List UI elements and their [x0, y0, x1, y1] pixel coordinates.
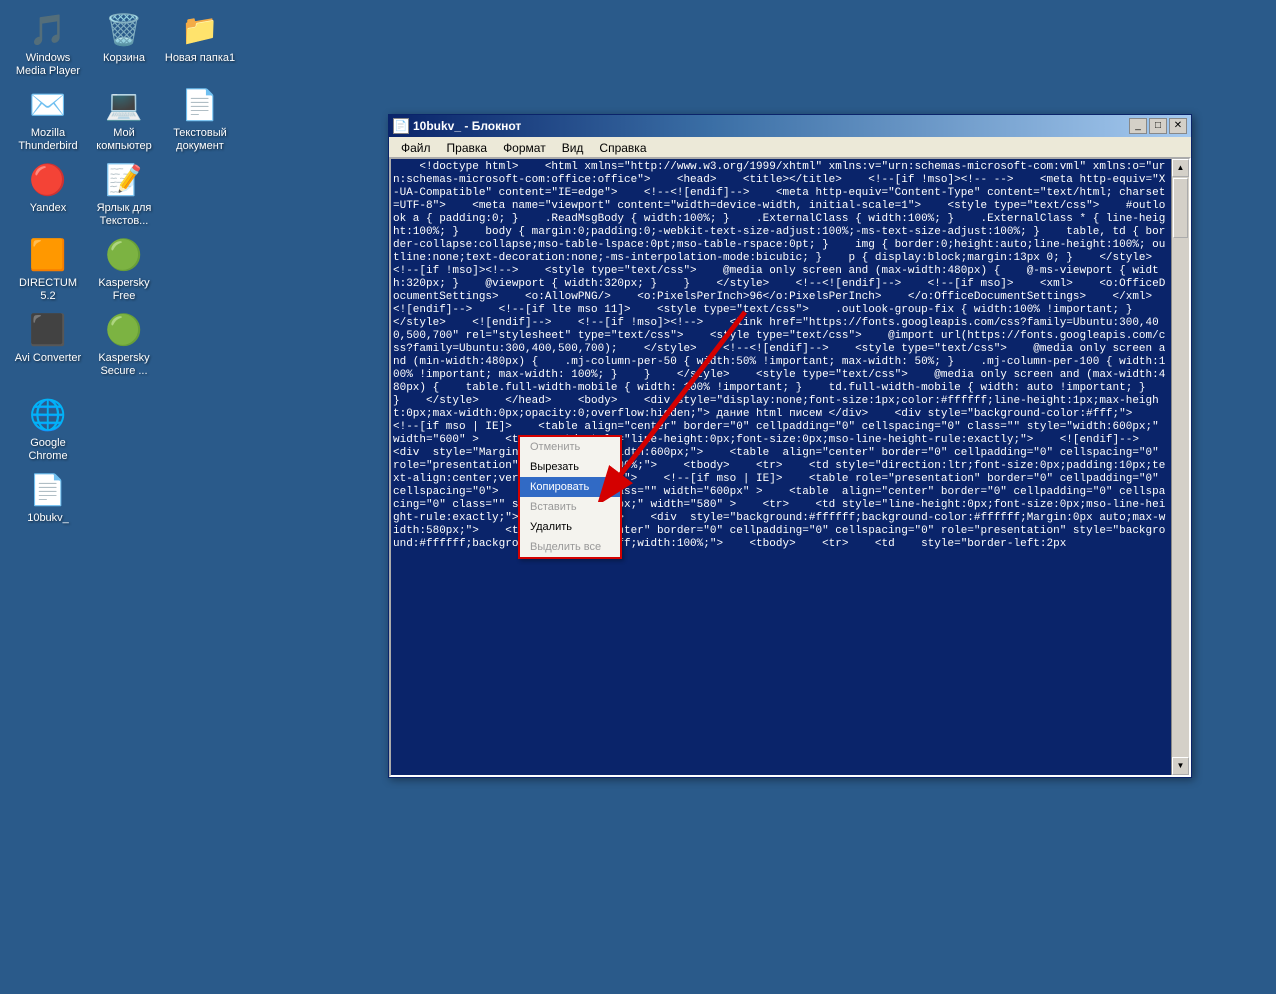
desktop-icon[interactable]: ✉️Mozilla Thunderbird [10, 85, 86, 153]
menu-bar: ФайлПравкаФорматВидСправка [389, 137, 1191, 157]
desktop-icon[interactable]: 🟢Kaspersky Secure ... [86, 310, 162, 378]
icon-label: 10bukv_ [10, 512, 86, 525]
context-menu-item: Отменить [520, 437, 620, 457]
menu-Файл[interactable]: Файл [393, 139, 439, 155]
icon-label: Ярлык для Текстов... [86, 202, 162, 228]
desktop-icon[interactable]: 🟢Kaspersky Free [86, 235, 162, 303]
app-icon: ✉️ [28, 85, 68, 125]
menu-Справка[interactable]: Справка [591, 139, 654, 155]
desktop-icon[interactable]: 🟧DIRECTUM 5.2 [10, 235, 86, 303]
scroll-thumb[interactable] [1173, 178, 1188, 238]
icon-label: Новая папка1 [162, 52, 238, 65]
text-area[interactable]: <!doctype html> <html xmlns="http://www.… [389, 157, 1191, 777]
desktop-icon[interactable]: 💻Мой компьютер [86, 85, 162, 153]
app-icon: 📄 [28, 470, 68, 510]
context-menu-item[interactable]: Вырезать [520, 457, 620, 477]
desktop-icon[interactable]: 🗑️ Корзина [86, 10, 162, 65]
desktop-icon[interactable]: 📄 10bukv_ [10, 470, 86, 525]
icon-label: Windows Media Player [10, 52, 86, 78]
icon-label: Kaspersky Free [86, 277, 162, 303]
context-menu-item[interactable]: Удалить [520, 517, 620, 537]
desktop-icon[interactable]: 🌐Google Chrome [10, 395, 86, 463]
app-icon: 💻 [104, 85, 144, 125]
app-icon: ⬛ [28, 310, 68, 350]
app-icon: 🎵 [28, 10, 68, 50]
menu-Формат[interactable]: Формат [495, 139, 554, 155]
app-icon: 📄 [180, 85, 220, 125]
icon-label: Google Chrome [10, 437, 86, 463]
minimize-button[interactable]: _ [1129, 118, 1147, 134]
icon-label: Мой компьютер [86, 127, 162, 153]
context-menu: ОтменитьВырезатьКопироватьВставитьУдалит… [518, 435, 622, 559]
maximize-button[interactable]: □ [1149, 118, 1167, 134]
title-bar[interactable]: 📄 10bukv_ - Блокнот _ □ ✕ [389, 115, 1191, 137]
icon-label: Avi Converter [10, 352, 86, 365]
menu-Вид[interactable]: Вид [554, 139, 592, 155]
context-menu-item: Вставить [520, 497, 620, 517]
desktop-icon[interactable]: 📁 Новая папка1 [162, 10, 238, 65]
icon-label: Корзина [86, 52, 162, 65]
app-icon: 🔴 [28, 160, 68, 200]
desktop-icon[interactable]: ⬛ Avi Converter [10, 310, 86, 365]
scroll-down-button[interactable]: ▼ [1172, 757, 1189, 775]
app-icon: 🟢 [104, 235, 144, 275]
context-menu-item[interactable]: Копировать [520, 477, 620, 497]
vertical-scrollbar[interactable]: ▲ ▼ [1171, 159, 1189, 775]
icon-label: Kaspersky Secure ... [86, 352, 162, 378]
desktop-icon[interactable]: 🎵Windows Media Player [10, 10, 86, 78]
desktop-icon[interactable]: 📄Текстовый документ [162, 85, 238, 153]
notepad-window: 📄 10bukv_ - Блокнот _ □ ✕ ФайлПравкаФорм… [388, 114, 1192, 778]
text-content[interactable]: <!doctype html> <html xmlns="http://www.… [391, 159, 1171, 775]
menu-Правка[interactable]: Правка [439, 139, 496, 155]
close-button[interactable]: ✕ [1169, 118, 1187, 134]
icon-label: Yandex [10, 202, 86, 215]
desktop-icon[interactable]: 🔴 Yandex [10, 160, 86, 215]
app-icon: 🟢 [104, 310, 144, 350]
scroll-up-button[interactable]: ▲ [1172, 159, 1189, 177]
app-icon: 📝 [104, 160, 144, 200]
app-icon: 🟧 [28, 235, 68, 275]
notepad-icon: 📄 [393, 118, 409, 134]
app-icon: 📁 [180, 10, 220, 50]
window-title: 10bukv_ - Блокнот [413, 119, 1129, 133]
icon-label: DIRECTUM 5.2 [10, 277, 86, 303]
app-icon: 🌐 [28, 395, 68, 435]
desktop-icon[interactable]: 📝Ярлык для Текстов... [86, 160, 162, 228]
app-icon: 🗑️ [104, 10, 144, 50]
icon-label: Mozilla Thunderbird [10, 127, 86, 153]
icon-label: Текстовый документ [162, 127, 238, 153]
context-menu-item: Выделить все [520, 537, 620, 557]
